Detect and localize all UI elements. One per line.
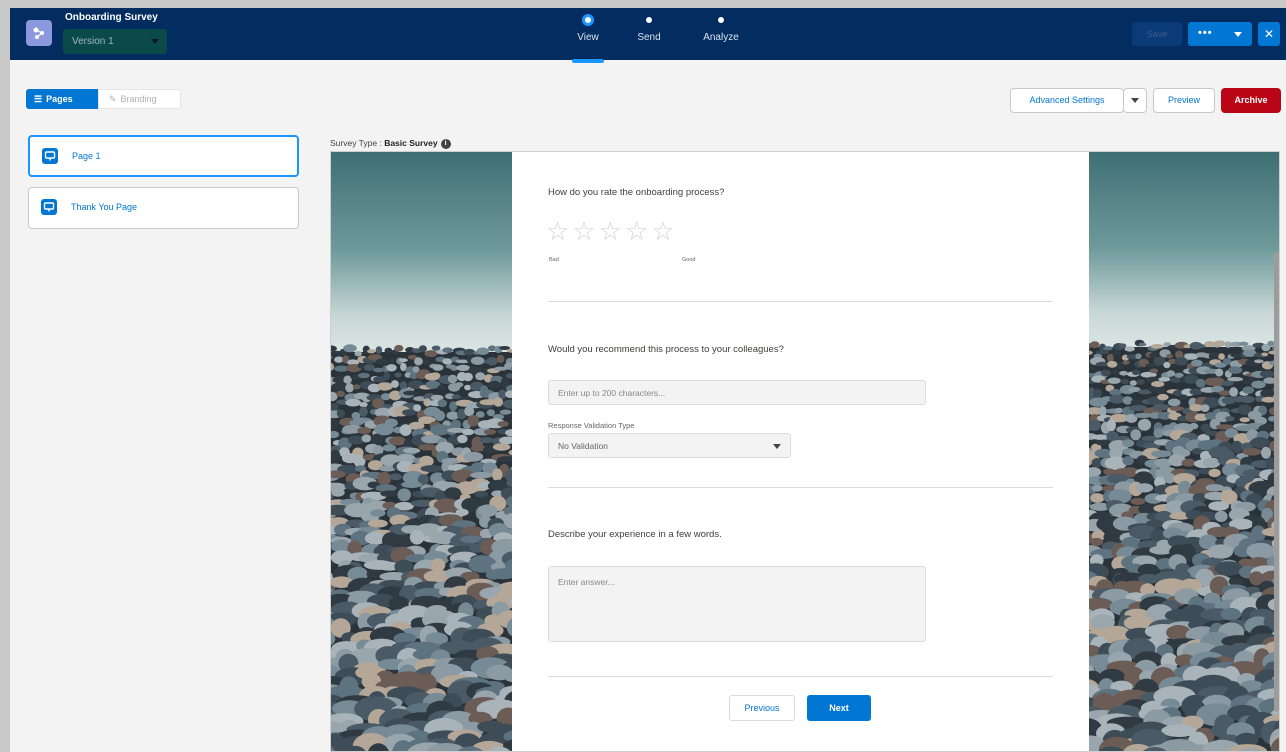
survey-app-icon <box>26 20 52 46</box>
star-rating[interactable]: ☆ ☆ ☆ ☆ ☆ <box>546 218 675 244</box>
star-icon[interactable]: ☆ <box>651 218 674 244</box>
tab-branding[interactable]: ✎ Branding <box>98 89 181 109</box>
survey-title: Onboarding Survey <box>65 12 158 23</box>
rating-low-label: Bad <box>549 257 559 263</box>
archive-button[interactable]: Archive <box>1221 88 1281 113</box>
info-icon[interactable]: i <box>440 138 451 149</box>
chevron-down-icon <box>151 39 159 44</box>
question-rating-text: How do you rate the onboarding process? <box>548 187 725 198</box>
app-window: Onboarding Survey Version 1 View Send An… <box>10 8 1286 752</box>
star-icon[interactable]: ☆ <box>546 218 569 244</box>
advanced-settings-menu-button[interactable] <box>1123 88 1147 113</box>
list-icon: ☰ <box>34 94 43 104</box>
step-dot-icon <box>582 14 594 26</box>
tab-branding-label: Branding <box>120 94 157 104</box>
star-icon[interactable]: ☆ <box>572 218 595 244</box>
question-recommend-text: Would you recommend this process to your… <box>548 344 784 355</box>
star-icon[interactable]: ☆ <box>625 218 648 244</box>
chevron-down-icon <box>773 444 781 449</box>
step-analyze[interactable]: Analyze <box>691 14 751 43</box>
survey-type-prefix: Survey Type : <box>330 138 385 148</box>
next-button[interactable]: Next <box>807 695 871 721</box>
divider <box>548 487 1053 488</box>
more-actions-button[interactable]: ••• <box>1188 22 1252 46</box>
page-item-thank-you[interactable]: Thank You Page <box>28 187 299 229</box>
page-item-label: Thank You Page <box>71 202 138 212</box>
more-icon: ••• <box>1198 27 1213 39</box>
page-item-label: Page 1 <box>72 151 101 161</box>
divider <box>548 676 1053 677</box>
question-describe-text: Describe your experience in a few words. <box>548 529 722 540</box>
step-label: Send <box>637 32 661 43</box>
advanced-settings-button[interactable]: Advanced Settings <box>1010 88 1124 113</box>
tab-pages-label: Pages <box>46 94 73 104</box>
experience-textarea[interactable]: Enter answer... <box>548 566 926 642</box>
preview-button[interactable]: Preview <box>1153 88 1215 113</box>
page-icon <box>41 199 57 215</box>
rating-high-label: Good <box>682 257 696 263</box>
step-send[interactable]: Send <box>619 14 679 43</box>
chevron-down-icon <box>1234 32 1242 37</box>
survey-type-value: Basic Survey <box>384 138 438 148</box>
close-button[interactable]: ✕ <box>1258 22 1280 46</box>
validation-type-select[interactable]: No Validation <box>548 433 791 458</box>
top-header: Onboarding Survey Version 1 View Send An… <box>10 8 1286 63</box>
tab-pages[interactable]: ☰ Pages <box>26 89 98 109</box>
pebble-beach-background-left <box>331 152 512 751</box>
close-icon: ✕ <box>1263 27 1275 41</box>
step-label: Analyze <box>703 32 739 43</box>
star-icon[interactable]: ☆ <box>599 218 622 244</box>
survey-preview-canvas: How do you rate the onboarding process? … <box>330 151 1280 752</box>
page-item-page-1[interactable]: Page 1 <box>28 135 299 177</box>
version-value: Version 1 <box>72 36 114 47</box>
validation-type-label: Response Validation Type <box>548 421 635 430</box>
version-dropdown[interactable]: Version 1 <box>63 29 167 54</box>
chevron-down-icon <box>1131 98 1139 104</box>
step-label: View <box>577 32 599 43</box>
step-view[interactable]: View <box>558 14 618 63</box>
recommend-input[interactable]: Enter up to 200 characters... <box>548 380 926 405</box>
pencil-icon: ✎ <box>109 94 117 104</box>
active-step-indicator <box>572 59 604 63</box>
pebble-beach-background-right <box>1089 152 1279 751</box>
survey-form-panel: How do you rate the onboarding process? … <box>512 152 1089 751</box>
canvas-scrollbar[interactable] <box>1274 252 1279 712</box>
step-dot-icon <box>646 17 652 23</box>
save-button[interactable]: Save <box>1132 22 1182 46</box>
step-dot-icon <box>718 17 724 23</box>
page-icon <box>42 148 58 164</box>
divider <box>548 301 1053 302</box>
validation-type-value: No Validation <box>558 441 608 451</box>
previous-button[interactable]: Previous <box>729 695 795 721</box>
survey-type-label: Survey Type : Basic Survey i <box>330 138 451 149</box>
